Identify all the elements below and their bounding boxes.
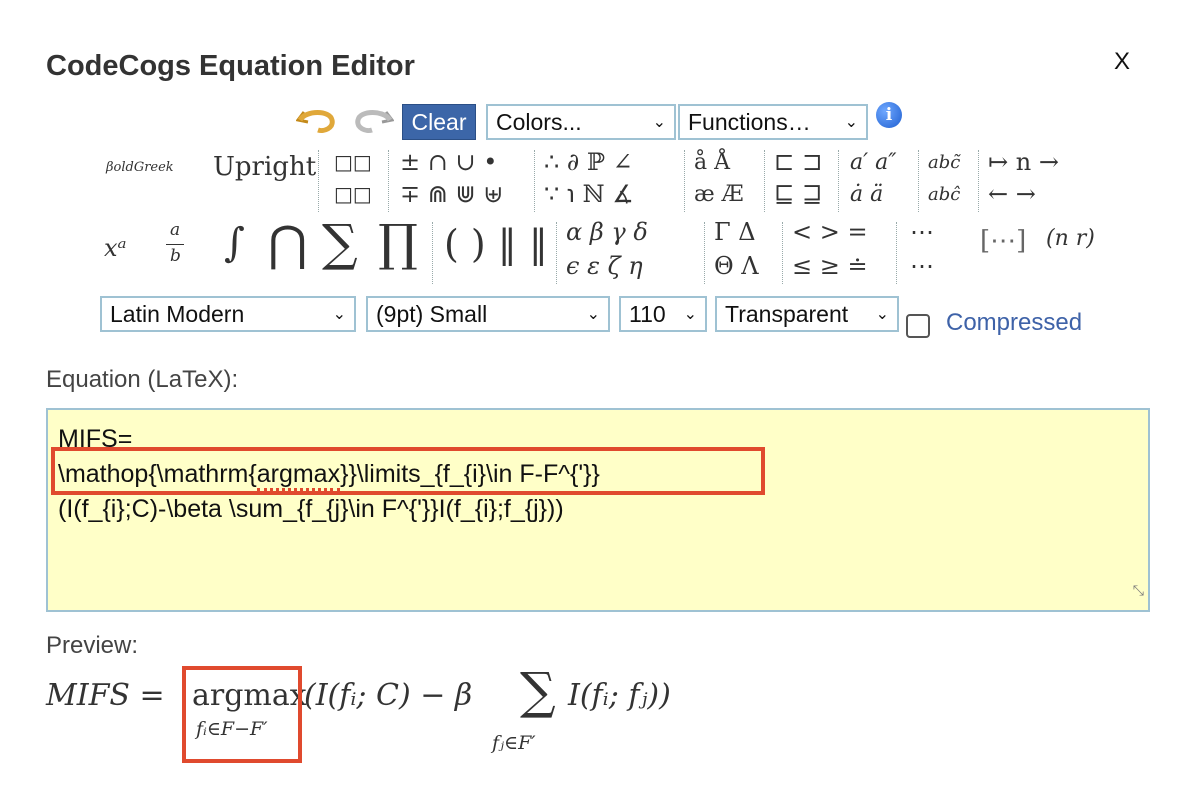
colors-select-value: Colors... [496,108,582,135]
functions-select[interactable]: Functions… ⌄ [678,104,868,140]
compressed-checkbox[interactable] [906,314,930,338]
set-symbols-bottom[interactable]: ⊑ ⊒ [774,180,822,208]
operators-bottom[interactable]: ∓ ⋒ ⋓ ⊎ [400,180,503,208]
divider [896,222,898,284]
equation-label: Equation (LaTeX): [46,366,239,393]
divider [388,150,390,212]
equation-input[interactable]: MIFS= \mathop{\mathrm{argmax}}\limits_{f… [46,408,1150,612]
chevron-down-icon: ⌄ [652,114,666,131]
preview-sum: ∑ [520,662,556,720]
chevron-down-icon: ⌄ [586,306,600,323]
superscript-button[interactable]: xᵃ [104,234,127,262]
bigcap-button[interactable]: ⋂ [268,216,307,272]
accent-symbols-top[interactable]: å Å [694,150,730,175]
divider [978,150,980,212]
preview-sum-subscript: fⱼ∈F′ [492,732,536,754]
background-select-value: Transparent [725,300,849,327]
undo-icon[interactable] [295,106,338,141]
divider [704,222,706,284]
greek-symbols-top[interactable]: α β γ δ [566,218,648,246]
matrix-bracket-button[interactable]: [⋯] [980,226,1026,256]
divider [684,150,686,212]
preview-body-1: (I(fᵢ; C) − β [304,678,473,713]
fraction-bar [166,244,184,245]
size-select[interactable]: (9pt) Small ⌄ [366,296,610,332]
highlight-box-preview [182,666,302,763]
dialog-title: CodeCogs Equation Editor [46,50,415,82]
relation-symbols-top[interactable]: < > = [792,218,868,246]
brackets-button[interactable]: ( ) ‖ ‖ [444,222,548,266]
toolbar: Clear Colors... ⌄ Functions… ⌄ i [295,102,916,141]
resize-handle-icon[interactable]: ⤡ [1133,573,1144,608]
chevron-down-icon: ⌄ [844,114,858,131]
matrix-symbol-top[interactable]: □□ [334,150,372,174]
chevron-down-icon: ⌄ [683,306,697,323]
product-button[interactable]: ∏ [378,214,418,272]
capital-greek-bottom[interactable]: Θ Λ [714,252,759,280]
wide-tilde-symbol[interactable]: abc̃ [928,152,960,173]
set-symbols-top[interactable]: ⊏ ⊐ [774,148,822,176]
colors-select[interactable]: Colors... ⌄ [486,104,676,140]
divider [782,222,784,284]
arrow-symbols-top[interactable]: ↦ n → [988,148,1059,176]
divider [918,150,920,212]
functions-select-value: Functions… [688,108,811,135]
close-button[interactable]: X [1114,48,1130,76]
font-select-value: Latin Modern [110,300,245,327]
divider [432,222,434,284]
integral-button[interactable]: ∫ [224,220,245,266]
dots-symbol-bottom[interactable]: ⋯ [910,252,934,280]
bold-greek-style-button[interactable]: βoldGreek [106,160,174,175]
chevron-down-icon: ⌄ [875,306,889,323]
relation-symbols-bottom[interactable]: ≤ ≥ ≐ [792,252,868,280]
fraction-denominator[interactable]: b [170,246,181,266]
dot-accent-symbols-bottom[interactable]: ȧ ä [850,182,883,207]
divider [838,150,840,212]
background-select[interactable]: Transparent ⌄ [715,296,899,332]
upright-style-button[interactable]: Upright [213,152,316,182]
highlight-box-equation [51,447,765,495]
matrix-symbol-bottom[interactable]: □□ [334,182,372,206]
logic-symbols-bottom[interactable]: ∵ ℩ ℕ ∡ [544,180,634,208]
dpi-select-value: 110 [629,300,666,327]
divider [556,222,558,284]
size-select-value: (9pt) Small [376,300,488,327]
accent-symbols-bottom[interactable]: æ Æ [694,182,744,207]
sum-button[interactable]: ∑ [322,214,358,272]
logic-symbols-top[interactable]: ∴ ∂ ℙ ∠ [544,148,633,176]
info-icon[interactable]: i [876,102,902,128]
capital-greek-top[interactable]: Γ Δ [714,218,756,246]
binomial-button[interactable]: (n r) [1046,226,1095,251]
dots-symbol-top[interactable]: ⋯ [910,218,934,246]
chevron-down-icon: ⌄ [332,306,346,323]
divider [534,150,536,212]
equation-line-3: (I(f_{i};C)-\beta \sum_{f_{j}\in F^{'}}I… [58,495,564,523]
dpi-select[interactable]: 110 ⌄ [619,296,707,332]
preview-label: Preview: [46,632,139,659]
clear-button[interactable]: Clear [402,104,476,140]
prime-symbols-top[interactable]: a′ a″ [850,150,896,175]
fraction-numerator[interactable]: a [170,220,180,240]
compressed-label[interactable]: Compressed [946,309,1082,337]
redo-icon[interactable] [352,106,395,141]
operators-top[interactable]: ± ∩ ∪ • [400,148,497,176]
preview-lhs: MIFS = [46,678,165,713]
equation-preview: MIFS = argmax fᵢ∈F−F′ (I(fᵢ; C) − β ∑ fⱼ… [46,662,746,788]
wide-hat-symbol[interactable]: abĉ [928,184,960,205]
arrow-symbols-bottom[interactable]: ← → [988,180,1036,208]
divider [318,150,320,212]
preview-body-2: I(fᵢ; fⱼ)) [568,678,671,713]
font-select[interactable]: Latin Modern ⌄ [100,296,356,332]
greek-symbols-bottom[interactable]: ϵ ε ζ η [566,252,643,280]
divider [764,150,766,212]
